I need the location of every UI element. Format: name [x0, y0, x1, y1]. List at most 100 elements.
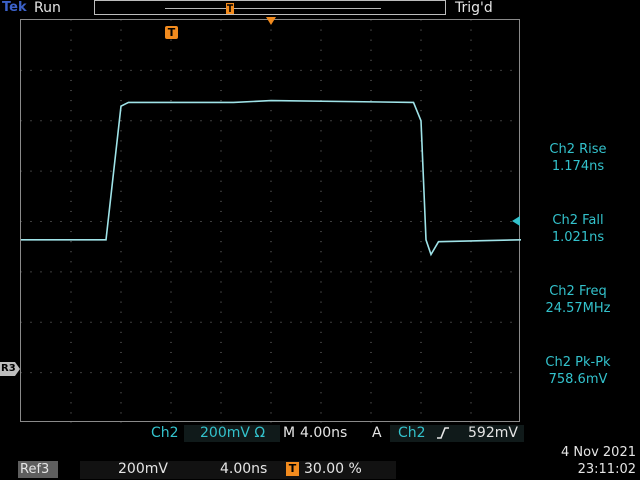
- grid-dot: [510, 170, 512, 172]
- grid-dot: [370, 291, 372, 293]
- grid-dot: [160, 271, 162, 273]
- measurement-freq[interactable]: Ch2 Freq 24.57MHz: [520, 283, 636, 317]
- grid-dot: [290, 221, 292, 222]
- grid-dot: [440, 120, 442, 122]
- grid-dot: [220, 311, 222, 313]
- trigger-position[interactable]: 30.00 %: [304, 461, 362, 478]
- grid-dot: [170, 382, 172, 384]
- grid-dot: [60, 221, 62, 222]
- grid-dot: [460, 321, 462, 323]
- record-view-bar[interactable]: [94, 0, 446, 15]
- grid-dot: [270, 422, 272, 423]
- grid-dot: [170, 281, 172, 283]
- grid-dot: [30, 372, 32, 374]
- ref-channel-marker[interactable]: R3: [0, 362, 20, 376]
- measurement-value: 1.174ns: [551, 159, 605, 174]
- grid-dot: [480, 221, 482, 222]
- grid-dot: [330, 170, 332, 172]
- waveform-display[interactable]: [20, 19, 521, 423]
- measurement-value: 758.6mV: [548, 372, 608, 387]
- trigger-time-marker[interactable]: T: [165, 26, 178, 39]
- grid-dot: [90, 321, 92, 323]
- grid-dot: [450, 372, 452, 374]
- time-per-div[interactable]: 4.00ns: [300, 424, 347, 442]
- grid-dot: [260, 120, 262, 122]
- grid-dot: [120, 190, 122, 192]
- grid-dot: [270, 170, 272, 172]
- grid-dot: [370, 160, 372, 162]
- grid-dot: [450, 170, 452, 172]
- grid-dot: [490, 221, 492, 222]
- grid-dot: [90, 372, 92, 374]
- grid-dot: [270, 331, 272, 333]
- grid-dot: [170, 210, 172, 212]
- volts-per-div[interactable]: 200mV Ω: [200, 424, 265, 442]
- trigger-level[interactable]: 592mV: [468, 424, 518, 442]
- grid-dot: [320, 331, 322, 333]
- measurement-label: Ch2 Fall: [552, 213, 604, 228]
- measurement-fall[interactable]: Ch2 Fall 1.021ns: [520, 212, 636, 246]
- grid-dot: [490, 69, 492, 71]
- grid-dot: [290, 170, 292, 172]
- grid-dot: [470, 221, 472, 222]
- ref-label[interactable]: Ref3: [20, 461, 49, 478]
- grid-dot: [220, 422, 222, 423]
- grid-dot: [360, 372, 362, 374]
- grid-dot: [420, 271, 422, 273]
- grid-dot: [200, 69, 202, 71]
- channel-name[interactable]: Ch2: [151, 424, 179, 442]
- trigger-marker-icon: [226, 3, 234, 14]
- grid-dot: [260, 271, 262, 273]
- grid-dot: [130, 120, 132, 122]
- grid-dot: [21, 170, 22, 172]
- grid-dot: [70, 251, 72, 253]
- grid-dot: [70, 422, 72, 423]
- grid-dot: [270, 281, 272, 283]
- grid-dot: [270, 402, 272, 404]
- grid-dot: [400, 221, 402, 222]
- grid-dot: [370, 412, 372, 414]
- grid-dot: [170, 321, 172, 323]
- grid-dot: [220, 39, 222, 41]
- grid-dot: [130, 69, 132, 71]
- grid-dot: [170, 140, 172, 142]
- grid-dot: [350, 221, 352, 222]
- grid-dot: [21, 221, 22, 222]
- trigger-source[interactable]: Ch2: [398, 424, 426, 442]
- grid-dot: [510, 372, 512, 374]
- measurement-pkpk[interactable]: Ch2 Pk-Pk 758.6mV: [520, 354, 636, 388]
- grid-dot: [220, 200, 222, 202]
- grid-dot: [200, 120, 202, 122]
- grid-dot: [470, 341, 472, 343]
- measurement-rise[interactable]: Ch2 Rise 1.174ns: [520, 141, 636, 175]
- grid-dot: [270, 311, 272, 313]
- grid-dot: [90, 221, 92, 222]
- grid-dot: [250, 170, 252, 172]
- scope-canvas: [21, 20, 521, 423]
- grid-dot: [370, 140, 372, 142]
- grid-dot: [440, 69, 442, 71]
- grid-dot: [420, 392, 422, 394]
- grid-dot: [470, 49, 472, 51]
- grid-dot: [440, 372, 442, 374]
- grid-dot: [370, 251, 372, 253]
- grid-dot: [120, 29, 122, 31]
- grid-dot: [370, 341, 372, 343]
- grid-dot: [200, 170, 202, 172]
- grid-dot: [220, 150, 222, 152]
- grid-dot: [190, 321, 192, 323]
- grid-dot: [120, 79, 122, 81]
- grid-dot: [130, 170, 132, 172]
- grid-dot: [470, 271, 472, 273]
- grid-dot: [270, 90, 272, 92]
- grid-dot: [280, 372, 282, 374]
- grid-dot: [370, 49, 372, 51]
- grid-dot: [420, 331, 422, 333]
- grid-dot: [370, 79, 372, 81]
- grid-dot: [270, 79, 272, 81]
- grid-dot: [170, 351, 172, 353]
- grid-dot: [310, 372, 312, 374]
- grid-dot: [470, 251, 472, 253]
- grid-dot: [220, 100, 222, 102]
- grid-dot: [320, 321, 322, 323]
